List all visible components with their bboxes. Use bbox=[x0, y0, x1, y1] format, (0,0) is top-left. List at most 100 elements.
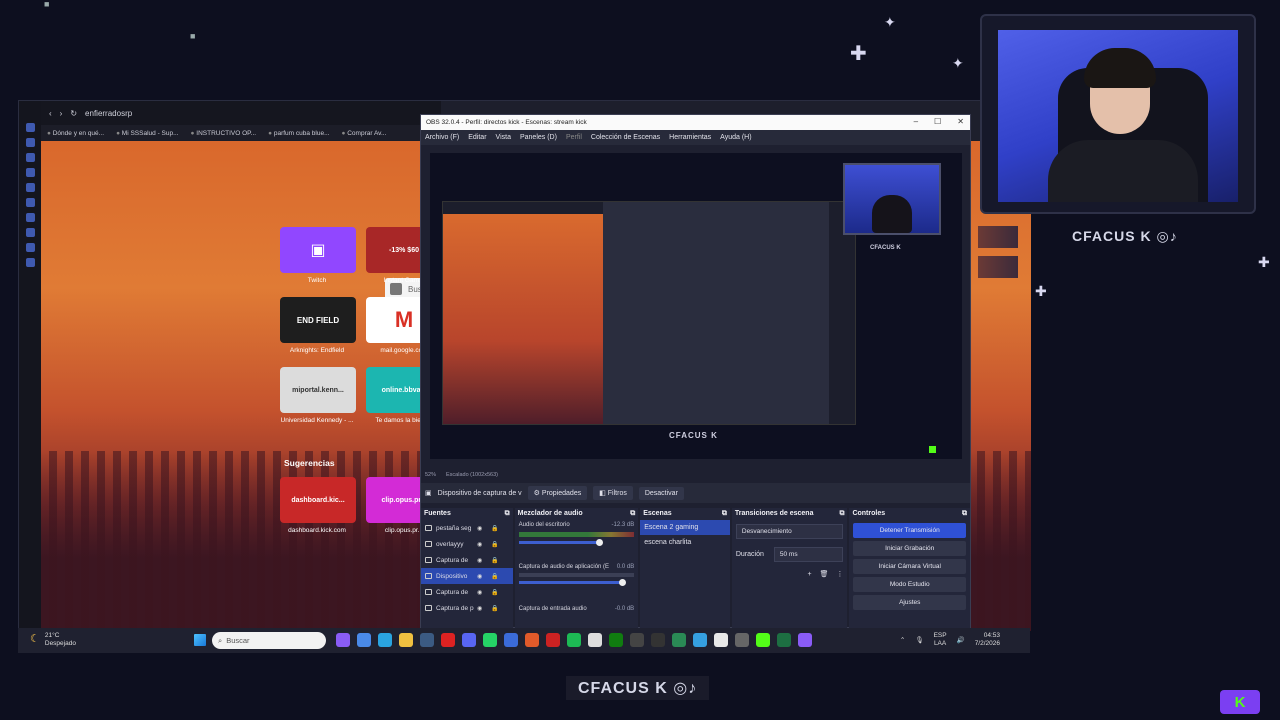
dock-undock-icon[interactable]: ⧉ bbox=[722, 510, 727, 518]
lang-indicator[interactable]: ESP LAA bbox=[934, 632, 947, 648]
whatsapp-icon[interactable] bbox=[483, 633, 497, 647]
bookmark-item[interactable]: parfum cuba blue... bbox=[268, 130, 330, 137]
duration-input[interactable]: 50 ms bbox=[773, 547, 844, 562]
menu-paneles[interactable]: Paneles (D) bbox=[520, 134, 557, 141]
speed-dial-kick-dashboard[interactable]: dashboard.kic... bbox=[280, 477, 356, 523]
dock-undock-icon[interactable]: ⧉ bbox=[630, 510, 635, 518]
menu-herramientas[interactable]: Herramientas bbox=[669, 134, 711, 141]
start-recording-button[interactable]: Iniciar Grabación bbox=[853, 541, 966, 556]
zoom-level[interactable]: 52% bbox=[425, 472, 436, 478]
bookmark-item[interactable]: Comprar Av... bbox=[342, 130, 386, 137]
source-row[interactable]: Captura de ◉ 🔒 bbox=[421, 552, 513, 568]
close-icon[interactable]: ✕ bbox=[957, 117, 964, 126]
eye-icon[interactable]: ◉ bbox=[477, 541, 482, 548]
studio-mode-button[interactable]: Modo Estudio bbox=[853, 577, 966, 592]
opera-icon[interactable] bbox=[441, 633, 455, 647]
app-icon[interactable] bbox=[714, 633, 728, 647]
sidebar-icon[interactable] bbox=[25, 198, 35, 207]
dock-undock-icon[interactable]: ⧉ bbox=[505, 510, 510, 518]
lock-icon[interactable]: 🔒 bbox=[491, 557, 498, 564]
app-icon[interactable] bbox=[546, 633, 560, 647]
spotify-icon[interactable] bbox=[567, 633, 581, 647]
windows-start-icon[interactable] bbox=[194, 634, 206, 646]
lock-icon[interactable]: 🔒 bbox=[491, 589, 498, 596]
filters-button[interactable]: ◧ Filtros bbox=[593, 486, 633, 500]
start-virtual-camera-button[interactable]: Iniciar Cámara Virtual bbox=[853, 559, 966, 574]
lock-icon[interactable]: 🔒 bbox=[491, 541, 498, 548]
properties-button[interactable]: ⚙ Propiedades bbox=[527, 486, 588, 500]
lock-icon[interactable]: 🔒 bbox=[491, 525, 498, 532]
minimize-icon[interactable]: – bbox=[914, 117, 918, 126]
taskbar-search[interactable]: ⌕ Buscar bbox=[212, 632, 326, 649]
speed-dial-endfield[interactable]: END FIELD bbox=[280, 297, 356, 343]
sidebar-icon[interactable] bbox=[25, 258, 35, 267]
sidebar-icon[interactable] bbox=[25, 243, 35, 252]
eye-icon[interactable]: ◉ bbox=[477, 605, 482, 612]
app-icon[interactable] bbox=[693, 633, 707, 647]
app-icon[interactable] bbox=[798, 633, 812, 647]
weather-widget[interactable]: ☾ 21°C Despejado bbox=[30, 632, 76, 648]
app-icon[interactable] bbox=[588, 633, 602, 647]
bookmark-item[interactable]: Mi SSSalud - Sup... bbox=[116, 130, 179, 137]
obs-icon[interactable] bbox=[651, 633, 665, 647]
sidebar-icon[interactable] bbox=[25, 168, 35, 177]
app-icon[interactable] bbox=[504, 633, 518, 647]
menu-ayuda[interactable]: Ayuda (H) bbox=[720, 134, 751, 141]
eye-icon[interactable]: ◉ bbox=[477, 525, 482, 532]
trash-icon[interactable]: 🗑 bbox=[820, 570, 829, 578]
sidebar-icon[interactable] bbox=[25, 228, 35, 237]
source-row[interactable]: Captura de p ◉ 🔒 bbox=[421, 600, 513, 616]
sidebar-icon[interactable] bbox=[25, 138, 35, 147]
dock-undock-icon[interactable]: ⧉ bbox=[839, 510, 844, 518]
steam-icon[interactable] bbox=[420, 633, 434, 647]
discord-icon[interactable] bbox=[462, 633, 476, 647]
speed-dial-twitch[interactable]: ▣ bbox=[280, 227, 356, 273]
bookmark-item[interactable]: INSTRUCTIVO OP... bbox=[191, 130, 256, 137]
speed-dial-kennedy[interactable]: miportal.kenn... bbox=[280, 367, 356, 413]
app-icon[interactable] bbox=[630, 633, 644, 647]
source-row[interactable]: pestaña seg ◉ 🔒 bbox=[421, 520, 513, 536]
lock-icon[interactable]: 🔒 bbox=[491, 605, 498, 612]
forward-icon[interactable]: › bbox=[60, 109, 63, 118]
eye-icon[interactable]: ◉ bbox=[477, 557, 482, 564]
excel-icon[interactable] bbox=[777, 633, 791, 647]
dock-undock-icon[interactable]: ⧉ bbox=[962, 510, 967, 518]
menu-perfil[interactable]: Perfil bbox=[566, 134, 582, 141]
more-icon[interactable]: ⋮ bbox=[836, 570, 843, 578]
menu-archivo[interactable]: Archivo (F) bbox=[425, 134, 459, 141]
bookmark-item[interactable]: Dónde y en qué... bbox=[47, 130, 104, 137]
transition-select[interactable]: Desvanecimiento bbox=[735, 524, 844, 539]
back-icon[interactable]: ‹ bbox=[49, 109, 52, 118]
app-icon[interactable] bbox=[735, 633, 749, 647]
menu-vista[interactable]: Vista bbox=[496, 134, 511, 141]
sidebar-icon[interactable] bbox=[25, 183, 35, 192]
volume-slider[interactable] bbox=[518, 579, 626, 586]
add-icon[interactable]: + bbox=[807, 571, 811, 578]
menu-coleccion[interactable]: Colección de Escenas bbox=[591, 134, 660, 141]
settings-button[interactable]: Ajustes bbox=[853, 595, 966, 610]
source-row-selected[interactable]: Dispositivo ◉ 🔒 bbox=[421, 568, 513, 584]
app-icon[interactable] bbox=[525, 633, 539, 647]
stop-streaming-button[interactable]: Detener Transmisión bbox=[853, 523, 966, 538]
mic-icon[interactable]: 🎙 bbox=[915, 636, 923, 644]
sidebar-icon[interactable] bbox=[25, 213, 35, 222]
kick-icon[interactable] bbox=[756, 633, 770, 647]
scene-item[interactable]: escena charlita bbox=[640, 535, 730, 550]
scale-label[interactable]: Escalado (1002x563) bbox=[446, 472, 498, 478]
lock-icon[interactable]: 🔒 bbox=[491, 573, 498, 580]
browser-address-bar[interactable]: ‹ › ↻ enfierradosrp bbox=[41, 101, 441, 125]
eye-icon[interactable]: ◉ bbox=[477, 589, 482, 596]
volume-slider[interactable] bbox=[518, 539, 603, 546]
xbox-icon[interactable] bbox=[609, 633, 623, 647]
eye-icon[interactable]: ◉ bbox=[477, 573, 482, 580]
reload-icon[interactable]: ↻ bbox=[70, 109, 77, 118]
scene-item-selected[interactable]: Escena 2 gaming bbox=[640, 520, 730, 535]
sidebar-icon[interactable] bbox=[25, 123, 35, 132]
volume-icon[interactable]: 🔊 bbox=[957, 636, 965, 644]
deactivate-button[interactable]: Desactivar bbox=[638, 486, 684, 500]
explorer-icon[interactable] bbox=[399, 633, 413, 647]
obs-preview-canvas[interactable]: CFACUS K CFACUS K bbox=[430, 153, 962, 459]
app-icon[interactable] bbox=[336, 633, 350, 647]
source-row[interactable]: Captura de ◉ 🔒 bbox=[421, 584, 513, 600]
clock[interactable]: 04:53 7/2/2026 bbox=[975, 632, 1000, 648]
